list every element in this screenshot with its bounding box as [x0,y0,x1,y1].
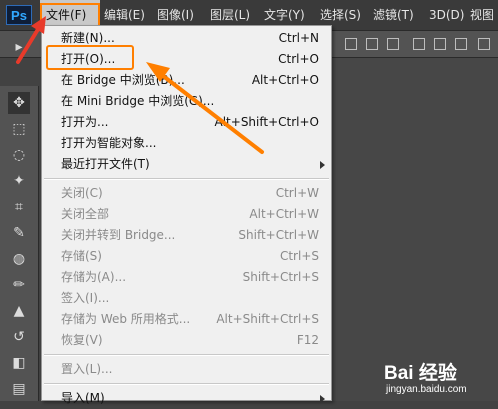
align-top-icon[interactable] [345,38,357,50]
menu-item-close-all[interactable]: 关闭全部 Alt+Ctrl+W [42,204,331,225]
menu-item-label: 在 Mini Bridge 中浏览(G)... [61,94,215,108]
menu-item-label: 打开(O)... [61,52,116,66]
watermark-brand: Bai 经验 [384,363,457,384]
align-left-icon[interactable] [413,38,425,50]
tool-preset-icon[interactable]: ▸ [8,36,30,58]
workspace-area [331,58,498,401]
menu-item-open-as[interactable]: 打开为... Alt+Shift+Ctrl+O [42,112,331,133]
align-bottom-icon[interactable] [387,38,399,50]
menu-item-shortcut: Alt+Ctrl+O [251,73,319,87]
menu-item-shortcut: Alt+Shift+Ctrl+S [216,312,319,326]
menu-item-label: 在 Bridge 中浏览(B)... [61,73,185,87]
eyedropper-icon[interactable]: ✎ [8,222,30,244]
menu-item-place[interactable]: 置入(L)... [42,359,331,380]
submenu-arrow-icon [320,395,325,403]
menu-item-label: 打开为... [61,115,109,129]
menu-view[interactable]: 视图 [470,0,494,30]
menu-item-open[interactable]: 打开(O)... Ctrl+O [42,49,331,70]
lasso-tool-icon[interactable]: ◌ [8,144,30,166]
menu-item-check-in[interactable]: 签入(I)... [42,288,331,309]
brush-tool-icon[interactable]: ✏ [8,274,30,296]
menu-item-close-go-bridge[interactable]: 关闭并转到 Bridge... Shift+Ctrl+W [42,225,331,246]
menu-item-shortcut: Ctrl+S [279,249,319,263]
menu-item-close[interactable]: 关闭(C) Ctrl+W [42,183,331,204]
menu-item-label: 存储(S) [61,249,102,263]
submenu-arrow-icon [320,161,325,169]
menu-item-label: 存储为 Web 所用格式... [61,312,191,326]
eraser-icon[interactable]: ◧ [8,352,30,374]
photoshop-logo-icon: Ps [6,5,32,25]
move-tool-icon[interactable]: ✥ [8,92,30,114]
menu-item-shortcut: F12 [296,333,319,347]
menu-separator [44,178,329,180]
marquee-tool-icon[interactable]: ⬚ [8,118,30,140]
magic-wand-icon[interactable]: ✦ [8,170,30,192]
align-center-icon[interactable] [434,38,446,50]
crop-tool-icon[interactable]: ⌗ [8,196,30,218]
menu-item-label: 关闭(C) [61,186,103,200]
healing-brush-icon[interactable]: ◍ [8,248,30,270]
menu-item-label: 最近打开文件(T) [61,157,150,171]
menu-item-import[interactable]: 导入(M) [42,388,331,409]
baidu-jingyan-watermark: Bai 经验 jingyan.baidu.com [380,356,498,401]
menu-item-shortcut: Alt+Shift+Ctrl+O [214,115,319,129]
menu-item-shortcut: Alt+Ctrl+W [249,207,319,221]
menu-item-shortcut: Ctrl+W [275,186,319,200]
watermark-url: jingyan.baidu.com [386,384,467,395]
menu-item-shortcut: Shift+Ctrl+W [238,228,319,242]
menu-item-open-smart-object[interactable]: 打开为智能对象... [42,133,331,154]
gradient-tool-icon[interactable]: ▤ [8,378,30,400]
menu-item-label: 签入(I)... [61,291,110,305]
menu-item-label: 恢复(V) [61,333,103,347]
menu-item-save-as[interactable]: 存储为(A)... Shift+Ctrl+S [42,267,331,288]
menu-item-revert[interactable]: 恢复(V) F12 [42,330,331,351]
menu-item-shortcut: Ctrl+N [278,31,319,45]
menu-item-save[interactable]: 存储(S) Ctrl+S [42,246,331,267]
history-brush-icon[interactable]: ↺ [8,326,30,348]
menu-3d[interactable]: 3D(D) [429,0,464,30]
menu-item-label: 关闭全部 [61,207,110,221]
menu-filter[interactable]: 滤镜(T) [373,0,414,30]
menu-item-label: 存储为(A)... [61,270,127,284]
tools-panel: ✥ ⬚ ◌ ✦ ⌗ ✎ ◍ ✏ ▲ ↺ ◧ ▤ [0,86,39,401]
menu-item-new[interactable]: 新建(N)... Ctrl+N [42,28,331,49]
align-middle-icon[interactable] [366,38,378,50]
menu-item-label: 新建(N)... [61,31,115,45]
menu-item-label: 打开为智能对象... [61,136,157,150]
menu-item-label: 导入(M) [61,391,105,405]
file-menu-dropdown: 新建(N)... Ctrl+N 打开(O)... Ctrl+O 在 Bridge… [41,25,332,405]
menu-item-label: 置入(L)... [61,362,113,376]
menu-item-save-for-web[interactable]: 存储为 Web 所用格式... Alt+Shift+Ctrl+S [42,309,331,330]
menu-item-shortcut: Ctrl+O [278,52,319,66]
menu-separator [44,383,329,385]
menu-item-shortcut: Shift+Ctrl+S [242,270,319,284]
menu-separator [44,354,329,356]
menu-item-browse-mini-bridge[interactable]: 在 Mini Bridge 中浏览(G)... [42,91,331,112]
align-right-icon[interactable] [455,38,467,50]
menu-item-label: 关闭并转到 Bridge... [61,228,176,242]
distribute-icon[interactable] [478,38,490,50]
menu-item-recent-files[interactable]: 最近打开文件(T) [42,154,331,175]
clone-stamp-icon[interactable]: ▲ [8,300,30,322]
menu-item-browse-bridge[interactable]: 在 Bridge 中浏览(B)... Alt+Ctrl+O [42,70,331,91]
